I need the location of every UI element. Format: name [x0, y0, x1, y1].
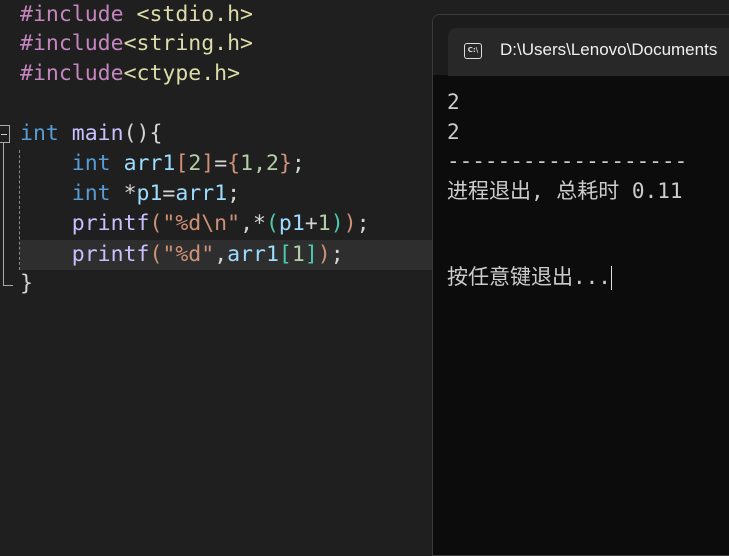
bracket: ] [304, 242, 318, 267]
code-line: int *p1=arr1; [20, 179, 240, 209]
var: arr1 [175, 181, 228, 206]
function-name: main [71, 121, 124, 146]
tab-title: D:\Users\Lenovo\Documents [500, 40, 718, 59]
header-name: <stdio.h> [123, 2, 254, 27]
function-name: printf [71, 242, 150, 267]
var: p1 [136, 181, 163, 206]
press-key-prompt: 按任意键退出... [447, 265, 611, 289]
paren: ( [149, 242, 163, 267]
console-window[interactable]: C:\ D:\Users\Lenovo\Documents 2 2 ------… [432, 14, 729, 556]
console-icon: C:\ [464, 43, 482, 59]
semi: ; [356, 211, 370, 236]
paren: ( [149, 211, 163, 236]
code-line: int arr1[2]={1,2}; [20, 149, 305, 179]
terminal-tab[interactable]: C:\ D:\Users\Lenovo\Documents [448, 28, 729, 76]
bracket: [ [175, 151, 189, 176]
output-line: 2 [447, 90, 460, 114]
number: 2 [188, 151, 202, 176]
code-line: int main(){ [20, 119, 162, 149]
code-line: #include<string.h> [20, 29, 253, 59]
output-line: 按任意键退出... [447, 262, 612, 292]
output-separator: ------------------- [447, 149, 688, 173]
code-line: #include <stdio.h> [20, 0, 253, 30]
semi: ; [227, 181, 241, 206]
code-line: } [20, 271, 33, 296]
type: int [71, 151, 111, 176]
brace: { [227, 151, 241, 176]
op: + [304, 211, 318, 236]
preprocessor: #include [20, 2, 124, 27]
op: = [214, 151, 228, 176]
type: int [20, 121, 59, 146]
text-cursor [610, 266, 612, 290]
output-line: 2 [447, 120, 460, 144]
var: arr1 [123, 151, 176, 176]
bracket: ] [201, 151, 215, 176]
semi: ; [330, 242, 344, 267]
number: 1 [317, 211, 331, 236]
function-name: printf [71, 211, 150, 236]
punct: (){ [123, 121, 163, 146]
code-line: #include<ctype.h> [20, 59, 240, 89]
string: "%d\n" [162, 211, 241, 236]
numbers: 1,2 [240, 151, 279, 176]
code-line: printf("%d",arr1[1]); [20, 240, 344, 270]
paren: ) [343, 211, 357, 236]
brace: } [278, 151, 292, 176]
preprocessor: #include [20, 31, 124, 56]
number: 1 [291, 242, 305, 267]
output-line: 进程退出, 总耗时 0.11 [447, 179, 683, 203]
fold-range-line [3, 143, 13, 286]
preprocessor: #include [20, 61, 124, 86]
fold-collapse-icon[interactable] [0, 125, 10, 143]
op: = [162, 181, 176, 206]
string: "%d" [162, 242, 215, 267]
op: * [110, 181, 137, 206]
op: ,* [240, 211, 266, 236]
title-bar: C:\ D:\Users\Lenovo\Documents [433, 15, 729, 76]
paren: ( [265, 211, 279, 236]
semi: ; [291, 151, 305, 176]
paren: ) [317, 242, 331, 267]
type: int [71, 181, 111, 206]
header-name: <string.h> [123, 31, 254, 56]
bracket: [ [278, 242, 292, 267]
header-name: <ctype.h> [123, 61, 241, 86]
var: p1 [278, 211, 305, 236]
paren: ) [330, 211, 344, 236]
code-line: printf("%d\n",*(p1+1)); [20, 209, 370, 239]
op: , [214, 242, 228, 267]
var: arr1 [227, 242, 279, 267]
